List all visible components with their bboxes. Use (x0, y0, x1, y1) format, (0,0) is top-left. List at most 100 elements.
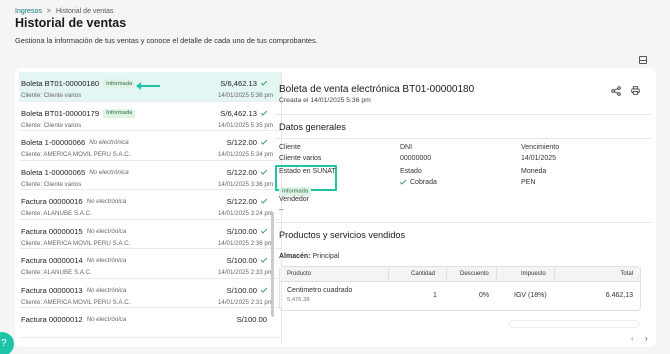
th-impuesto: Impuesto (521, 271, 546, 277)
th-cantidad: Cantidad (411, 271, 436, 277)
estado-label: Estado (400, 168, 422, 175)
products-table: Producto Cantidad Descuento Impuesto Tot… (279, 266, 641, 311)
sales-list: Boleta BT01-00000180 Informada Cliente: Cl… (19, 72, 282, 343)
list-item-doc: Boleta 1-00000065 No electrónica (21, 168, 129, 177)
list-item-date: 14/01/2025 2:31 pm (217, 298, 273, 306)
amount-value: S/100.00 (226, 285, 257, 295)
doc-number: Boleta 1-00000065 (21, 167, 86, 177)
column-divider (446, 267, 447, 282)
list-item-client: Cliente: ALANUBE S.A.C. (21, 269, 92, 276)
check-icon (260, 256, 268, 263)
sunat-label: Estado en SUNAT (279, 168, 336, 175)
list-item-doc: Factura 00000014 No electrónica (21, 256, 126, 265)
list-item[interactable]: Factura 00000014 No electrónica Cliente: A… (19, 249, 281, 279)
doc-number: Factura 00000013 (21, 285, 83, 295)
almacen-label: Almacén: (279, 253, 311, 260)
doc-tag: No electrónica (86, 198, 127, 205)
list-item[interactable]: Factura 00000012 No electrónica S/100.00 (19, 308, 281, 338)
list-item-date: 14/01/2025 5:35 pm (217, 121, 273, 129)
column-divider (496, 267, 497, 282)
list-item-date: 14/01/2025 5:34 pm (217, 151, 273, 158)
page-subtitle: Gestiona la información de tus ventas y … (15, 36, 318, 45)
td-producto: Centimetro cuadrado (287, 287, 353, 294)
moneda-value: PEN (521, 179, 536, 186)
sunat-badge: Informada (279, 179, 312, 197)
list-item-doc: Boleta BT01-00000180 Informada (21, 79, 136, 88)
column-divider (554, 267, 555, 282)
td-producto-sub: 5,476.38 (287, 297, 310, 303)
amount-value: S/122.00 (226, 197, 257, 206)
vendedor-value: -- (279, 207, 284, 214)
amount-value: S/122.00 (226, 138, 257, 147)
list-item[interactable]: Boleta 1-00000066 No electrónica Cliente: … (19, 131, 281, 161)
print-icon[interactable] (631, 86, 640, 95)
list-item[interactable]: Factura 00000016 No electrónica Cliente: A… (19, 190, 281, 220)
help-button[interactable] (0, 332, 14, 354)
detail-title: Boleta de venta electrónica BT01-0000018… (279, 84, 475, 95)
list-item[interactable]: Boleta BT01-00000179 Informada Cliente: Cl… (19, 102, 281, 131)
doc-number: Factura 00000016 (21, 197, 83, 206)
list-item-amount: S/6,462.13 (220, 108, 268, 118)
doc-tag: No electrónica (86, 227, 127, 235)
vencimiento-label: Vencimiento (521, 144, 560, 151)
breadcrumb-current: Historial de ventas (55, 8, 114, 15)
doc-tag: No electrónica (86, 286, 127, 294)
doc-tag: Informada (103, 108, 136, 118)
list-item-doc: Boleta BT01-00000179 Informada (21, 108, 136, 118)
td-descuento: 0% (479, 292, 490, 299)
check-icon (260, 167, 268, 175)
breadcrumb-ingresos-link[interactable]: Ingresos (15, 8, 42, 15)
detail-divider (275, 114, 652, 115)
column-divider (388, 267, 389, 282)
list-item[interactable]: Boleta 1-00000065 No electrónica Cliente: … (19, 161, 281, 190)
doc-number: Factura 00000014 (21, 256, 83, 265)
doc-number: Factura 00000015 (21, 226, 83, 236)
td-cantidad: 1 (433, 292, 437, 299)
list-item[interactable]: Factura 00000013 No electrónica Cliente: A… (19, 279, 281, 308)
summary-box (509, 320, 639, 328)
list-item-amount: S/100.00 (237, 315, 267, 324)
list-item-doc: Boleta 1-00000066 No electrónica (21, 138, 129, 147)
share-icon[interactable] (611, 86, 621, 96)
section-general-title: Datos generales (279, 122, 346, 132)
dni-label: DNI (400, 144, 413, 151)
list-item-amount: S/100.00 (227, 226, 268, 236)
list-item-amount: S/122.00 (226, 138, 268, 147)
selection-arrow-icon (136, 82, 160, 90)
list-scrollbar[interactable] (271, 212, 274, 317)
amount-value: S/6,462.13 (220, 79, 257, 88)
prev-page-button[interactable]: ‹ (631, 334, 634, 343)
cliente-label: Cliente (279, 144, 301, 151)
list-item-date: 14/01/2025 5:36 pm (217, 92, 273, 99)
list-item-amount: S/6,462.13 (220, 79, 268, 88)
almacen-text: Almacén: Principal (279, 253, 339, 260)
sales-card: Boleta BT01-00000180 Informada Cliente: Cl… (15, 68, 656, 347)
next-page-button[interactable]: › (645, 334, 648, 343)
list-item-client: Cliente: Cliente varios (21, 92, 82, 99)
list-item-client: Cliente: Cliente varios (21, 121, 82, 129)
doc-number: Boleta BT01-00000179 (21, 108, 100, 118)
doc-tag: No electrónica (86, 257, 127, 264)
list-item-amount: S/100.00 (226, 285, 268, 295)
list-item-amount: S/122.00 (227, 167, 268, 177)
list-item[interactable]: Factura 00000015 No electrónica Cliente: A… (19, 220, 281, 249)
list-item-doc: Factura 00000013 No electrónica (21, 286, 126, 295)
check-icon (260, 138, 268, 145)
page-title: Historial de ventas (15, 16, 127, 30)
doc-number: Boleta BT01-00000180 (21, 79, 100, 88)
doc-number: Boleta 1-00000066 (21, 138, 86, 147)
list-item-client: Cliente: Cliente varios (21, 180, 82, 188)
moneda-label: Moneda (521, 168, 547, 175)
list-item-date: 14/01/2025 3:36 pm (217, 180, 273, 188)
check-icon (260, 108, 268, 116)
breadcrumb: Ingresos > Historial de ventas (15, 8, 114, 15)
list-item-date: 14/01/2025 3:24 pm (217, 210, 273, 217)
check-icon (260, 226, 268, 234)
section-divider (275, 138, 652, 139)
td-impuesto: IGV (18%) (514, 292, 547, 299)
amount-value: S/6,462.13 (220, 108, 257, 118)
estado-value: Cobrada (399, 178, 437, 186)
cliente-value: Cliente varios (279, 155, 322, 162)
vencimiento-value: 14/01/2025 (521, 155, 557, 162)
collapse-panel-icon[interactable] (639, 56, 647, 64)
